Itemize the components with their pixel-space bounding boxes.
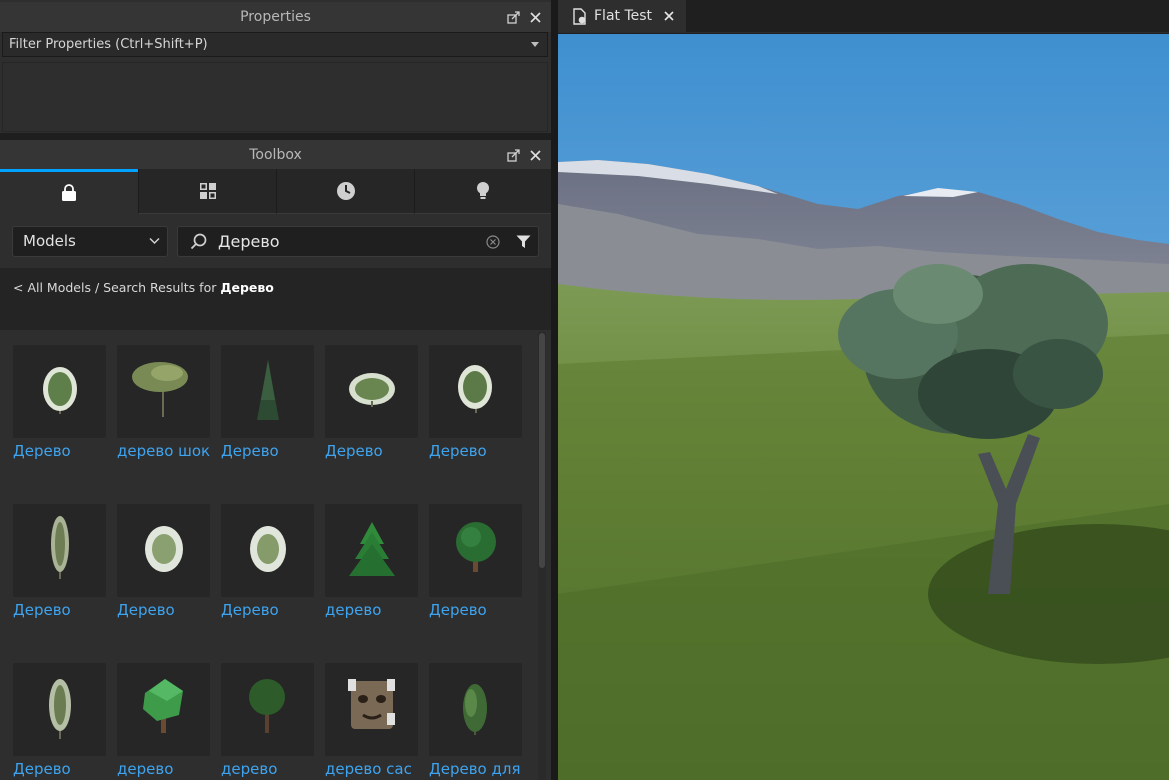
scrollbar-thumb[interactable] xyxy=(539,333,545,568)
search-icon xyxy=(190,233,207,250)
lightbulb-icon xyxy=(477,182,489,199)
close-icon[interactable] xyxy=(664,11,674,21)
category-dropdown[interactable]: Models xyxy=(12,226,168,257)
model-title[interactable]: Дерево xyxy=(325,442,425,460)
close-icon[interactable] xyxy=(530,11,541,23)
model-thumbnail[interactable] xyxy=(429,345,522,438)
bush-icon xyxy=(250,526,286,572)
clear-icon[interactable] xyxy=(486,235,500,249)
pine-tree-icon xyxy=(257,360,279,420)
properties-title: Properties xyxy=(240,9,311,25)
face-icon xyxy=(348,679,395,729)
model-title[interactable]: дерево сас xyxy=(325,760,425,778)
tab-inventory[interactable] xyxy=(138,169,276,214)
dock-splitter[interactable] xyxy=(551,0,558,780)
undock-icon[interactable] xyxy=(507,148,520,162)
tab-marketplace[interactable] xyxy=(0,169,138,214)
filter-icon[interactable] xyxy=(516,235,531,249)
shopping-bag-icon xyxy=(62,184,76,201)
model-thumbnail[interactable] xyxy=(117,504,210,597)
model-title[interactable]: Дерево xyxy=(13,760,113,778)
shrub-icon xyxy=(463,684,487,735)
breadcrumb-prefix: Search Results for xyxy=(103,280,221,295)
document-tab-bar: Flat Test xyxy=(558,0,1169,33)
ball-tree-icon xyxy=(249,679,285,733)
tab-recent[interactable] xyxy=(276,169,414,214)
round-tree-icon xyxy=(458,365,492,413)
model-thumbnail[interactable] xyxy=(325,345,418,438)
low-poly-pine-icon xyxy=(349,522,395,576)
breadcrumb-separator: / xyxy=(90,280,104,295)
breadcrumb-back-link[interactable]: < All Models xyxy=(13,280,91,295)
model-thumbnail[interactable] xyxy=(13,345,106,438)
breadcrumb-text: < All Models / Search Results for Дерево xyxy=(13,280,274,295)
model-thumbnail[interactable] xyxy=(325,504,418,597)
model-title[interactable]: дерево xyxy=(117,760,217,778)
cube-tree-icon xyxy=(143,679,183,733)
model-thumbnail[interactable] xyxy=(325,663,418,756)
tab-creations[interactable] xyxy=(414,169,551,214)
bush-icon xyxy=(349,373,395,407)
3d-viewport[interactable] xyxy=(558,34,1169,780)
model-title[interactable]: Дерево xyxy=(429,601,529,619)
bush-icon xyxy=(145,526,183,572)
search-input[interactable]: Дерево xyxy=(218,227,280,256)
tall-tree-icon xyxy=(51,516,69,579)
panel-splitter[interactable] xyxy=(0,133,551,140)
model-thumbnail[interactable] xyxy=(221,504,314,597)
model-thumbnail[interactable] xyxy=(429,663,522,756)
undock-icon[interactable] xyxy=(507,10,520,24)
model-thumbnail[interactable] xyxy=(13,663,106,756)
toolbox-tabs xyxy=(0,169,551,214)
round-tree-icon xyxy=(43,367,77,414)
left-dock: Properties Filter Properties (Ctrl+Shift… xyxy=(0,0,551,780)
breadcrumb: < All Models / Search Results for Дерево xyxy=(0,268,551,330)
filter-properties-input[interactable]: Filter Properties (Ctrl+Shift+P) xyxy=(2,32,548,57)
model-title[interactable]: Дерево для xyxy=(429,760,529,778)
toolbox-title-bar: Toolbox xyxy=(0,140,551,170)
model-thumbnail[interactable] xyxy=(117,345,210,438)
model-title[interactable]: Дерево xyxy=(13,442,113,460)
toolbox-panel: Toolbox Models Дерево < All Models / Sea… xyxy=(0,140,551,780)
model-thumbnail[interactable] xyxy=(13,504,106,597)
green-tree-icon xyxy=(456,522,496,572)
grid-icon xyxy=(199,183,216,199)
filter-placeholder: Filter Properties (Ctrl+Shift+P) xyxy=(9,37,208,52)
model-title[interactable]: Дерево xyxy=(429,442,529,460)
search-box[interactable]: Дерево xyxy=(177,226,539,257)
document-tab-title: Flat Test xyxy=(594,8,653,24)
model-title[interactable]: Дерево xyxy=(221,442,321,460)
document-tab[interactable]: Flat Test xyxy=(558,0,686,32)
tall-tree-icon xyxy=(49,679,71,739)
chevron-down-icon[interactable] xyxy=(531,42,539,47)
acacia-tree-icon xyxy=(132,362,188,417)
model-title[interactable]: Дерево xyxy=(221,601,321,619)
properties-title-bar: Properties xyxy=(0,2,551,32)
model-thumbnail[interactable] xyxy=(221,663,314,756)
close-icon[interactable] xyxy=(530,149,541,161)
model-thumbnail[interactable] xyxy=(221,345,314,438)
chevron-down-icon xyxy=(149,237,160,245)
model-title[interactable]: дерево xyxy=(221,760,321,778)
category-value: Models xyxy=(23,232,76,250)
toolbox-title: Toolbox xyxy=(249,147,302,163)
model-title[interactable]: дерево xyxy=(325,601,425,619)
model-title[interactable]: Дерево xyxy=(13,601,113,619)
model-thumbnail[interactable] xyxy=(429,504,522,597)
properties-list xyxy=(2,62,548,132)
place-file-icon xyxy=(573,7,586,25)
clock-icon xyxy=(336,182,355,200)
model-title[interactable]: дерево шок xyxy=(117,442,217,460)
breadcrumb-query: Дерево xyxy=(220,280,274,295)
viewport-scene xyxy=(558,34,1169,780)
model-title[interactable]: Дерево xyxy=(117,601,217,619)
model-thumbnail[interactable] xyxy=(117,663,210,756)
